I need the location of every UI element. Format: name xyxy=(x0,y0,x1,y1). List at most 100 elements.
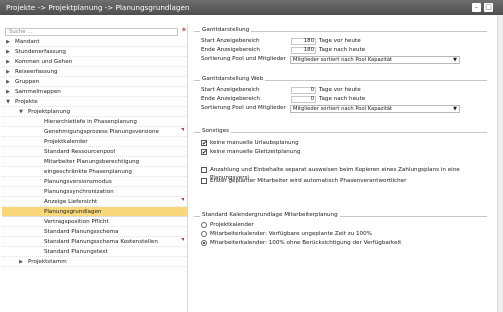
tree-item[interactable]: Genehmigungsprozess Planungsversione xyxy=(2,127,187,137)
tree-item[interactable]: ▶ Projektstamm xyxy=(2,257,187,267)
tree-item[interactable]: ▼ Projekte xyxy=(2,97,187,107)
radio-label: Mitarbeiterkalender: 100% ohne Berücksic… xyxy=(210,240,402,246)
tree-item[interactable]: ▶ Gruppen xyxy=(2,77,187,87)
tree-item[interactable]: ▶ Kommen und Gehen xyxy=(2,57,187,67)
gantt-group: Ganttdarstellung Start Anzeigebereich 18… xyxy=(194,27,487,73)
tree-item[interactable]: Projektkalender xyxy=(2,137,187,147)
maximize-icon[interactable]: □ xyxy=(484,3,493,12)
web-sort-select-value: Mitglieder sortiert nach Pool Kapazität xyxy=(293,106,393,112)
checkbox[interactable] xyxy=(201,167,207,173)
tree-item[interactable]: Vertragsposition Pflicht xyxy=(2,217,187,227)
tree-item[interactable]: Mitarbeiter Planungsberechtigung xyxy=(2,157,187,167)
field-label: Ende Anzeigebereich xyxy=(201,96,260,102)
search-placeholder: Suche ... xyxy=(9,29,33,35)
radio-label: Mitarbeiterkalender: Verfügbare ungeplan… xyxy=(210,231,372,237)
tree-item[interactable]: Standard Planungsschema Kostenstellen xyxy=(2,237,187,247)
window-title: Projekte -> Projektplanung -> Planungsgr… xyxy=(6,3,190,12)
tree-item-label: Standard Planungsschema Kostenstellen xyxy=(44,239,158,245)
sonstiges-group: Sonstiges ✔ keine manuelle Urlaubsplanung… xyxy=(194,128,487,220)
tree-item[interactable]: Planungsversionsmodus xyxy=(2,177,187,187)
radio-label: Projektkalender xyxy=(210,222,254,228)
tree-item-label: Projektstamm xyxy=(28,259,67,265)
tree-item-label: Projektplanung xyxy=(28,109,71,115)
tree-item[interactable]: ▼ Projektplanung xyxy=(2,107,187,117)
start-days-input[interactable]: 180 xyxy=(291,38,316,45)
tree-item-label: Kommen und Gehen xyxy=(15,59,73,65)
field-label: Sortierung Pool und Mitglieder xyxy=(201,105,286,111)
chevron-right-icon[interactable]: ▶ xyxy=(5,77,11,86)
chevron-right-icon[interactable]: ▶ xyxy=(5,57,11,66)
radio-button[interactable] xyxy=(201,222,207,228)
group-title: Ganttdarstellung xyxy=(200,27,252,33)
group-divider xyxy=(194,132,487,133)
tree-item-label: Standard Planungstext xyxy=(44,249,108,255)
field-label: Ende Anzeigebereich xyxy=(201,47,260,53)
navigation-tree: ▶ Mandant ▶ Stundenerfassung ▶ Kommen und Geh… xyxy=(2,37,187,267)
checkbox[interactable]: ✔ xyxy=(201,140,207,147)
tree-item[interactable]: ▶ Mandant xyxy=(2,37,187,47)
checkbox-label: Erster geplanter Mitarbeiter wird automa… xyxy=(210,178,407,184)
tree-item-label: Stundenerfassung xyxy=(15,49,66,55)
web-end-days-input[interactable]: 0 xyxy=(291,96,316,103)
chevron-down-icon[interactable]: ▼ xyxy=(5,97,11,106)
tree-item-label: Gruppen xyxy=(15,79,40,85)
checkbox-label: keine manuelle Gleitzeitplanung xyxy=(210,149,301,155)
group-title: Standard Kalendergrundlage Mitarbeiterpl… xyxy=(200,212,340,218)
web-sort-select[interactable]: Mitglieder sortiert nach Pool Kapazität … xyxy=(290,105,460,113)
tree-item-label: Mitarbeiter Planungsberechtigung xyxy=(44,159,140,165)
sort-select[interactable]: Mitglieder sortiert nach Pool Kapazität … xyxy=(290,56,460,64)
modified-flag-icon xyxy=(181,128,184,131)
chevron-right-icon[interactable]: ▶ xyxy=(5,47,11,56)
settings-panel: Ganttdarstellung Start Anzeigebereich 18… xyxy=(190,24,503,312)
tree-item[interactable]: ▶ Sammelmappen xyxy=(2,87,187,97)
checkbox[interactable] xyxy=(201,178,207,184)
tree-item[interactable]: ▶ Reiseerfassung xyxy=(2,67,187,77)
tree-item[interactable]: Hierarchietiefe in Phasenplanung xyxy=(2,117,187,127)
modified-flag-icon xyxy=(181,238,184,241)
chevron-right-icon[interactable]: ▶ xyxy=(5,37,11,46)
web-start-days-input[interactable]: 0 xyxy=(291,87,316,94)
kalender-group: Standard Kalendergrundlage Mitarbeiterpl… xyxy=(194,212,487,252)
tree-item-label: Hierarchietiefe in Phasenplanung xyxy=(44,119,137,125)
gantt-web-group: Ganttdarstellung Web Start Anzeigebereic… xyxy=(194,76,487,126)
tree-item-label: Sammelmappen xyxy=(15,89,61,95)
field-unit: Tage nach heute xyxy=(319,47,366,53)
chevron-right-icon[interactable]: ▶ xyxy=(5,67,11,76)
tree-item[interactable]: Anzeige Liefersicht xyxy=(2,197,187,207)
tree-item[interactable]: Planungssynchronization xyxy=(2,187,187,197)
tree-item-label: Projektkalender xyxy=(44,139,88,145)
tree-item-label: Mandant xyxy=(15,39,40,45)
vertical-scrollbar[interactable] xyxy=(497,15,503,312)
tree-item-label: Planungssynchronization xyxy=(44,189,114,195)
chevron-down-icon: ▼ xyxy=(453,57,457,63)
tree-item-label: Genehmigungsprozess Planungsversione xyxy=(44,129,159,135)
tree-item-label: Anzeige Liefersicht xyxy=(44,199,98,205)
tree-item[interactable]: eingeschränkte Phasenplanung xyxy=(2,167,187,177)
tree-item-label: Reiseerfassung xyxy=(15,69,58,75)
field-label: Start Anzeigebereich xyxy=(201,38,260,44)
chevron-right-icon[interactable]: ▶ xyxy=(5,87,11,96)
chevron-down-icon[interactable]: ▼ xyxy=(18,107,24,116)
tree-item[interactable]: Planungsgrundlagen xyxy=(2,207,187,217)
modified-flag-icon xyxy=(181,198,184,201)
end-days-input[interactable]: 180 xyxy=(291,47,316,54)
checkbox-label: Anzahlung und Einbehalte separat ausweis… xyxy=(210,167,460,181)
tree-item[interactable]: Standard Planungstext xyxy=(2,247,187,257)
filter-icon[interactable]: ✶ xyxy=(181,27,187,34)
search-input[interactable]: Suche ... xyxy=(5,28,178,36)
navigation-panel: Suche ... ✶ ▶ Mandant ▶ Stundenerfassung ▶ Ko… xyxy=(2,24,188,312)
minimize-icon[interactable]: – xyxy=(472,3,481,12)
tree-item-label: Vertragsposition Pflicht xyxy=(44,219,109,225)
radio-button[interactable] xyxy=(201,240,207,246)
tree-item[interactable]: ▶ Stundenerfassung xyxy=(2,47,187,57)
window-title-bar: Projekte -> Projektplanung -> Planungsgr… xyxy=(0,0,503,15)
field-label: Start Anzeigebereich xyxy=(201,87,260,93)
tree-item[interactable]: Standard Ressourcenpool xyxy=(2,147,187,157)
chevron-right-icon[interactable]: ▶ xyxy=(18,257,24,266)
radio-button[interactable] xyxy=(201,231,207,237)
checkbox[interactable]: ✔ xyxy=(201,149,207,156)
tree-item[interactable]: Standard Planungsschema xyxy=(2,227,187,237)
field-unit: Tage vor heute xyxy=(319,87,361,93)
field-unit: Tage vor heute xyxy=(319,38,361,44)
tree-item-label: Planungsversionsmodus xyxy=(44,179,112,185)
